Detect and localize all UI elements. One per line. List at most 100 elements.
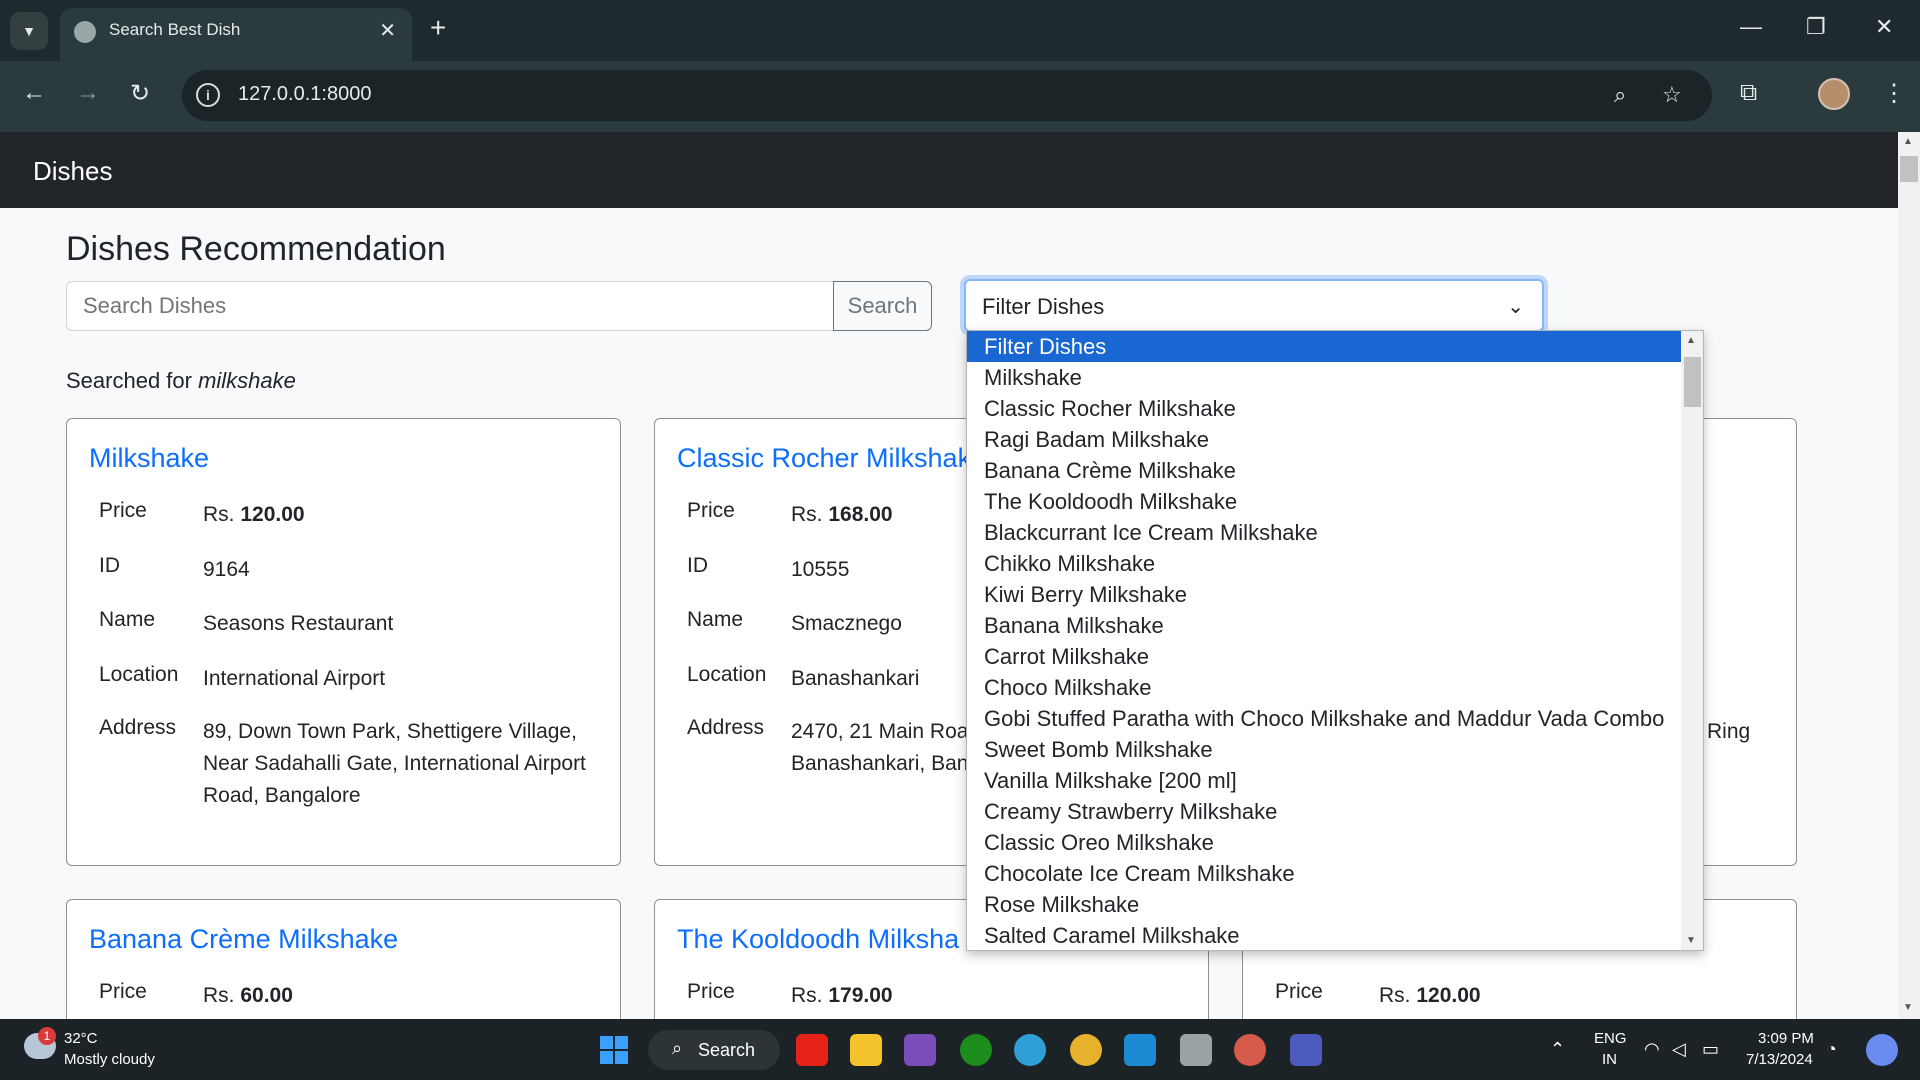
price-value: 168.00 [828,503,893,526]
search-input[interactable] [66,281,834,331]
dish-card: Milkshake Price Rs. 120.00 ID 9164 Name Sea… [66,418,621,866]
dropdown-option[interactable]: Ragi Badam Milkshake [967,424,1681,455]
weather-temperature[interactable]: 32°C [64,1030,98,1047]
minimize-icon[interactable]: — [1740,14,1762,40]
dropdown-option[interactable]: Banana Milkshake [967,610,1681,641]
bell-icon[interactable]: ◔ [1826,1039,1837,1060]
dropdown-option[interactable]: Banana Crème Milkshake [967,455,1681,486]
dropdown-option[interactable]: Chikko Milkshake [967,548,1681,579]
dropdown-option[interactable]: Chocolate Ice Cream Milkshake [967,858,1681,889]
language-region[interactable]: IN [1602,1051,1617,1068]
search-icon: ⌕ [672,1038,683,1058]
star-icon[interactable]: ☆ [1662,82,1682,108]
url-text[interactable]: 127.0.0.1:8000 [238,83,371,106]
volume-icon[interactable]: ◁ [1672,1039,1686,1060]
price-value: 60.00 [240,984,293,1007]
dropdown-option[interactable]: Milkshake [967,362,1681,393]
taskbar-search[interactable]: ⌕ Search [648,1030,780,1070]
browser-tab[interactable]: Search Best Dish ✕ [60,8,412,61]
price-value: 179.00 [828,984,893,1007]
clock-time[interactable]: 3:09 PM [1758,1030,1814,1047]
wifi-icon[interactable]: ◠ [1644,1039,1660,1060]
dropdown-option[interactable]: Blackcurrant Ice Cream Milkshake [967,517,1681,548]
name-value: Seasons Restaurant [203,612,394,635]
address-value: Ring [1707,720,1751,743]
address-bar[interactable]: i 127.0.0.1:8000 ⌕ ☆ [182,70,1712,121]
browser-toolbar: ← → ↻ i 127.0.0.1:8000 ⌕ ☆ ⧉ ⋮ [0,61,1920,132]
dropdown-option[interactable]: Rose Milkshake [967,889,1681,920]
chrome-icon[interactable] [1070,1034,1102,1066]
scroll-down-icon[interactable]: ▼ [1686,935,1696,946]
browser-tabstrip: ▼ Search Best Dish ✕ + — ❐ ✕ [0,0,1920,61]
vscode-icon[interactable] [1124,1034,1156,1066]
app-icon[interactable] [904,1034,936,1066]
dish-card: Banana Crème Milkshake Price Rs. 60.00 [66,899,621,1039]
arrow-right-icon[interactable]: → [76,79,100,107]
window-close-icon[interactable]: ✕ [1875,14,1893,40]
scroll-up-icon[interactable]: ▲ [1903,136,1913,147]
dropdown-option[interactable]: Salted Caramel Milkshake [967,920,1681,950]
dish-title[interactable]: Banana Crème Milkshake [89,924,398,955]
puzzle-icon[interactable]: ⧉ [1740,79,1757,107]
navbar-brand[interactable]: Dishes [33,156,112,187]
avatar[interactable] [1818,78,1850,110]
weather-description[interactable]: Mostly cloudy [64,1051,155,1068]
scroll-up-icon[interactable]: ▲ [1686,335,1696,346]
chrome-profile-icon[interactable] [1234,1034,1266,1066]
windows-taskbar: 1 32°C Mostly cloudy ⌕ Search ⌃ ENG IN ◠… [0,1019,1920,1080]
dropdown-option[interactable]: Filter Dishes [967,331,1681,362]
new-tab-button[interactable]: + [430,14,446,42]
windows-start-icon[interactable] [600,1036,628,1064]
youtube-icon[interactable] [796,1034,828,1066]
dropdown-scroll-thumb[interactable] [1684,357,1701,407]
scroll-down-icon[interactable]: ▼ [1903,1002,1913,1013]
dropdown-option[interactable]: Kiwi Berry Milkshake [967,579,1681,610]
tab-title: Search Best Dish [109,20,241,39]
price-value: 120.00 [240,503,305,526]
dropdown-scrollbar[interactable]: ▲ ▼ [1681,331,1703,950]
globe-icon [74,21,96,43]
teams-icon[interactable] [1290,1034,1322,1066]
taskbar-search-label: Search [698,1040,756,1060]
dish-title[interactable]: The Kooldoodh Milksha [677,924,959,955]
xbox-icon[interactable] [960,1034,992,1066]
battery-icon[interactable]: ▭ [1702,1039,1719,1060]
copilot-icon[interactable] [1866,1034,1898,1066]
dropdown-option[interactable]: Choco Milkshake [967,672,1681,703]
filter-dropdown-list[interactable]: Filter Dishes Milkshake Classic Rocher Mil… [966,330,1704,951]
dropdown-option[interactable]: The Kooldoodh Milkshake [967,486,1681,517]
database-icon[interactable] [1180,1034,1212,1066]
edge-icon[interactable] [1014,1034,1046,1066]
close-icon[interactable]: ✕ [379,18,396,43]
dish-title[interactable]: Milkshake [89,443,209,474]
language-indicator[interactable]: ENG [1594,1030,1627,1047]
dropdown-option[interactable]: Classic Oreo Milkshake [967,827,1681,858]
dropdown-option[interactable]: Vanilla Milkshake [200 ml] [967,765,1681,796]
reload-icon[interactable]: ↻ [130,79,150,108]
restore-icon[interactable]: ❐ [1806,14,1826,40]
dropdown-option[interactable]: Sweet Bomb Milkshake [967,734,1681,765]
file-explorer-icon[interactable] [850,1034,882,1066]
location-value: International Airport [203,667,386,690]
dropdown-option[interactable]: Gobi Stuffed Paratha with Choco Milkshak… [967,703,1681,734]
search-button[interactable]: Search [833,281,932,331]
arrow-left-icon[interactable]: ← [22,79,46,107]
dish-title[interactable]: Classic Rocher Milkshak [677,443,971,474]
filter-dishes-select[interactable]: Filter Dishes ⌄ [964,279,1544,332]
clock-date[interactable]: 7/13/2024 [1746,1051,1813,1068]
dropdown-option[interactable]: Classic Rocher Milkshake [967,393,1681,424]
site-info-icon[interactable]: i [196,83,220,107]
notification-badge: 1 [38,1027,56,1045]
dropdown-option[interactable]: Creamy Strawberry Milkshake [967,796,1681,827]
kebab-menu-icon[interactable]: ⋮ [1882,79,1906,108]
tab-search-button[interactable]: ▼ [10,12,48,50]
zoom-icon[interactable]: ⌕ [1614,82,1626,108]
address-value: 89, Down Town Park, Shettigere Village, … [203,720,586,807]
page-scroll-thumb[interactable] [1900,156,1918,182]
address-value: 2470, 21 Main Roa Banashankari, Ban [791,720,969,775]
page-title: Dishes Recommendation [66,230,446,268]
page-scrollbar[interactable] [1898,132,1920,1019]
dropdown-option[interactable]: Carrot Milkshake [967,641,1681,672]
chevron-up-icon[interactable]: ⌃ [1550,1039,1565,1060]
price-value: 120.00 [1416,984,1481,1007]
